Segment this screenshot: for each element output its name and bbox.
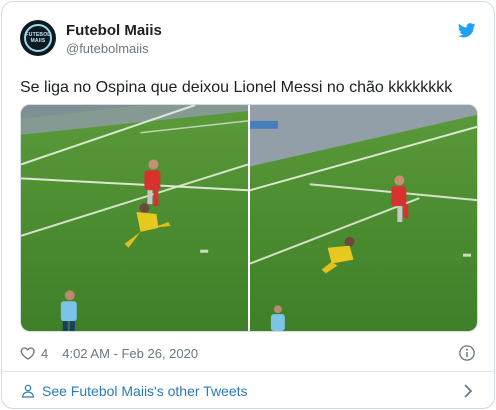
tweet-media xyxy=(20,104,478,332)
heart-icon[interactable] xyxy=(20,345,36,361)
see-other-tweets-link[interactable]: See Futebol Maiis's other Tweets xyxy=(20,373,476,408)
person-icon xyxy=(22,384,34,398)
media-photo-1[interactable] xyxy=(21,105,248,331)
tweet-meta: 4 4:02 AM - Feb 26, 2020 xyxy=(20,343,476,363)
twitter-bird-icon[interactable] xyxy=(458,23,476,38)
chevron-right-icon[interactable] xyxy=(462,384,474,398)
display-name[interactable]: Futebol Maiis xyxy=(66,22,162,40)
avatar[interactable]: FUTEBOL MAIIS xyxy=(20,20,56,56)
tweet-timestamp[interactable]: 4:02 AM - Feb 26, 2020 xyxy=(62,346,198,361)
tweet-card: FUTEBOL MAIIS Futebol Maiis @futebolmaii… xyxy=(1,1,495,409)
avatar-logo-text: FUTEBOL MAIIS xyxy=(25,32,51,44)
tweet-header: FUTEBOL MAIIS Futebol Maiis @futebolmaii… xyxy=(20,19,478,63)
user-handle[interactable]: @futebolmaiis xyxy=(66,41,162,57)
photo-1-scene xyxy=(21,105,248,331)
footer-divider xyxy=(2,371,494,372)
avatar-ring: FUTEBOL MAIIS xyxy=(24,24,52,52)
see-other-tweets-label[interactable]: See Futebol Maiis's other Tweets xyxy=(42,383,248,399)
photo-2-scene xyxy=(250,105,477,331)
tweet-text: Se liga no Ospina que deixou Lionel Mess… xyxy=(20,79,453,96)
like-count[interactable]: 4 xyxy=(41,346,48,361)
media-photo-2[interactable] xyxy=(250,105,477,331)
info-icon[interactable] xyxy=(458,344,476,362)
author-names[interactable]: Futebol Maiis @futebolmaiis xyxy=(66,22,162,57)
